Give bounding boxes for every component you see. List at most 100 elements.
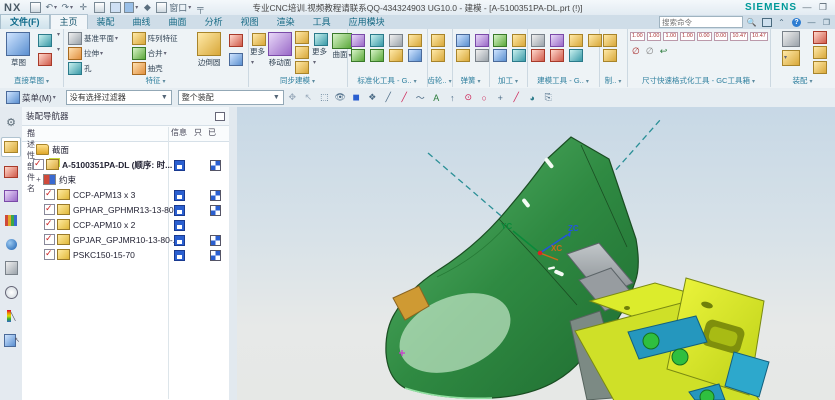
more-button-b[interactable]: 更多 <box>312 31 330 66</box>
machining-tool-icon-4[interactable] <box>512 49 526 62</box>
group-label-gear[interactable]: 齿轮.. <box>427 75 452 87</box>
diameter-symbol-icon[interactable]: ∅ <box>632 46 640 57</box>
modeling-tool-icon-4[interactable] <box>550 49 564 62</box>
group-label-machining[interactable]: 加工 <box>489 75 527 87</box>
group-label-direct-sketch[interactable]: 直接草图 <box>0 75 63 87</box>
resource-bar-settings-gear-icon[interactable]: ⚙ <box>2 113 20 131</box>
green-knob-2[interactable] <box>672 349 688 365</box>
selection-scope-combo[interactable]: 整个装配▼ <box>178 90 284 105</box>
part-navigator-icon[interactable] <box>2 187 20 205</box>
bounded-plane-icon[interactable]: ◕ <box>525 91 540 105</box>
gear-tool-icon-1[interactable] <box>431 34 445 47</box>
add-component-icon[interactable] <box>782 50 800 66</box>
component-checkbox[interactable] <box>44 249 55 260</box>
quadrant-point-icon[interactable]: ⊙ <box>461 91 476 105</box>
column-info[interactable]: 信息 <box>171 127 187 138</box>
full-screen-icon[interactable] <box>760 17 773 28</box>
tab-surface[interactable]: 曲面 <box>160 15 196 29</box>
draft-icon[interactable] <box>229 53 243 66</box>
expander-icon[interactable]: + <box>34 175 43 184</box>
dim-format-chip-1[interactable]: 1.00 <box>630 32 645 41</box>
component-checkbox[interactable] <box>44 204 55 215</box>
touch-mode-icon[interactable]: ◆ <box>140 2 154 14</box>
modeling-tool-icon-1[interactable] <box>531 34 545 47</box>
restore-document-icon[interactable]: ❐ <box>820 17 833 28</box>
shaded-cube-icon[interactable]: ◼ <box>349 91 364 105</box>
edge-blend-button[interactable]: 边倒圆 <box>192 31 226 68</box>
lasso-icon[interactable]: ⬚ <box>317 91 332 105</box>
group-label-feature[interactable]: 特征 <box>63 75 248 87</box>
dim-format-chip-5[interactable]: 0.00 <box>697 32 712 41</box>
hole-button[interactable]: 孔 <box>66 61 128 76</box>
customize-quick-access-icon[interactable]: ╤ <box>193 2 207 14</box>
shell-button[interactable]: 抽壳 <box>130 61 192 76</box>
tab-tools[interactable]: 工具 <box>304 15 340 29</box>
navigator-column-header[interactable]: 描述性部件名 ▲ 信息 只 已 <box>22 126 229 142</box>
pattern-component-icon[interactable] <box>813 61 827 74</box>
gc-std-tool-icon-8[interactable] <box>408 49 422 62</box>
column-readonly[interactable]: 只 <box>194 127 202 138</box>
tree-row-component[interactable]: GPJAR_GPJMR10-13-80-... <box>22 232 229 247</box>
find-component-icon[interactable] <box>782 31 800 47</box>
group-label-modeling-tools[interactable]: 建模工具 - G.. <box>527 75 599 87</box>
unite-button[interactable]: 合并 <box>130 46 192 61</box>
component-checkbox[interactable] <box>44 189 55 200</box>
tab-analysis[interactable]: 分析 <box>196 15 232 29</box>
group-label-dim-format[interactable]: 尺寸快速格式化工具 - GC工具箱 <box>627 75 770 87</box>
group-label-synchronous[interactable]: 同步建模 <box>248 75 347 87</box>
roles-icon[interactable]: ↖ <box>2 331 20 349</box>
search-icon[interactable]: 🔍 <box>745 17 758 28</box>
dim-format-chip-7[interactable]: 10.47 <box>730 32 748 41</box>
component-checkbox[interactable] <box>44 219 55 230</box>
graphics-window[interactable]: YC ZC XC <box>237 107 835 400</box>
assembly-navigator-header[interactable]: 装配导航器 <box>22 107 229 126</box>
drafting-tool-icon-2[interactable] <box>603 49 617 62</box>
dim-format-chip-3[interactable]: 1.00 <box>663 32 678 41</box>
interior-selection-icon[interactable]: ↖ <box>301 91 316 105</box>
point-on-curve-icon[interactable]: + <box>493 91 508 105</box>
sketch-button[interactable]: 草图 <box>2 31 35 68</box>
tab-application[interactable]: 应用模块 <box>340 15 394 29</box>
gc-std-tool-icon-3[interactable] <box>370 34 384 47</box>
diameter-slash-icon[interactable]: ∅ <box>646 46 654 57</box>
gc-std-tool-icon-5[interactable] <box>389 34 403 47</box>
reuse-library-icon[interactable] <box>2 211 20 229</box>
gc-std-tool-icon-4[interactable] <box>370 49 384 62</box>
screenshot-icon[interactable] <box>124 2 138 14</box>
spring-tool-icon-2[interactable] <box>456 49 470 62</box>
group-label-standardization[interactable]: 标准化工具 - G.. <box>347 75 427 87</box>
window-menu[interactable]: 窗口 <box>156 2 191 14</box>
redo-icon[interactable]: ↷ <box>60 2 74 14</box>
minimize-ribbon-icon[interactable]: ⌃ <box>775 17 788 28</box>
modeling-tool-icon-2[interactable] <box>531 49 545 62</box>
dim-format-chip-4[interactable]: 1.00 <box>680 32 695 41</box>
spring-tool-icon-1[interactable] <box>456 34 470 47</box>
modeling-tool-icon-6[interactable] <box>569 49 583 62</box>
green-knob-3[interactable] <box>700 390 714 400</box>
sketch-more-dropdown[interactable] <box>56 31 60 38</box>
pattern-feature-button[interactable]: 阵列特征 <box>130 31 192 46</box>
studio-spline-icon[interactable] <box>38 34 52 47</box>
web-browser-icon[interactable] <box>2 259 20 277</box>
system-materials-icon[interactable]: ╲ <box>2 307 20 325</box>
pull-face-icon[interactable] <box>295 31 309 44</box>
green-knob-1[interactable] <box>643 333 659 349</box>
snap-point-icon[interactable]: ❖ <box>365 91 380 105</box>
assembly-navigator-icon[interactable] <box>1 137 21 157</box>
dim-format-chip-6[interactable]: 0.00 <box>714 32 729 41</box>
group-label-spring[interactable]: 弹簧 <box>452 75 489 87</box>
chamfer-icon[interactable] <box>229 34 243 47</box>
copy-icon[interactable] <box>92 2 106 14</box>
constraint-navigator-icon[interactable] <box>2 163 20 181</box>
machining-tool-icon-2[interactable] <box>493 49 507 62</box>
menu-button[interactable]: 菜单(M) <box>0 90 60 105</box>
group-label-drafting[interactable]: 制.. <box>599 75 627 87</box>
offset-region-icon[interactable] <box>295 46 309 59</box>
expander-icon[interactable]: - <box>24 160 33 169</box>
help-icon[interactable]: ? <box>790 17 803 28</box>
internet-explorer-icon[interactable] <box>2 235 20 253</box>
gc-std-tool-icon-6[interactable] <box>389 49 403 62</box>
tree-row-component[interactable]: PSKC150-15-70 <box>22 247 229 262</box>
tab-assemblies[interactable]: 装配 <box>88 15 124 29</box>
tree-row-component[interactable]: CCP-APM10 x 2 <box>22 217 229 232</box>
